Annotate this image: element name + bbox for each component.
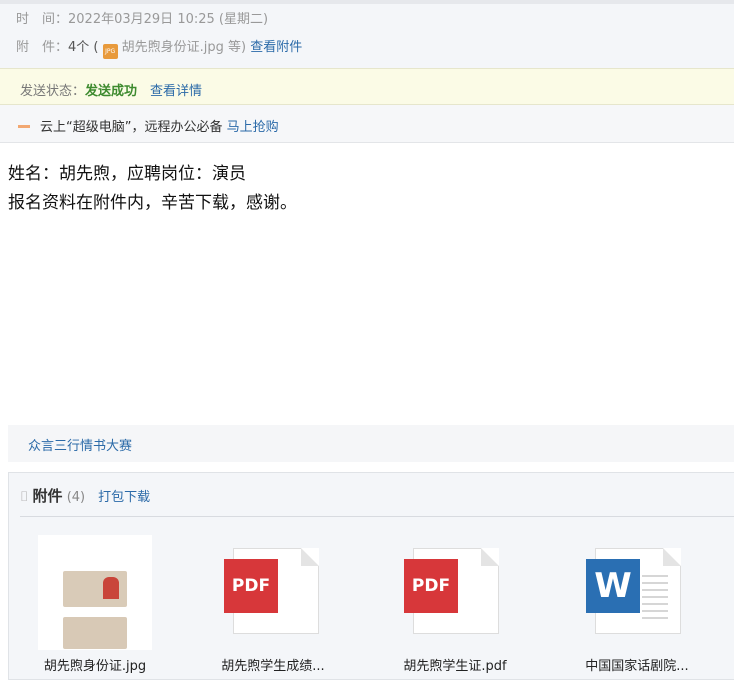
id-card-back: [63, 617, 127, 649]
attachments-header: ⌷ 附件 (4) 打包下载: [20, 485, 150, 506]
download-all-link[interactable]: 打包下载: [98, 490, 150, 505]
pdf-file-icon[interactable]: PDF: [224, 548, 319, 634]
attachments-title: 附件: [32, 487, 63, 505]
time-row: 时 间：2022年03月29日 10:25 (星期二): [16, 8, 268, 27]
attachment-row: 附 件：4个 ( JPG 胡先煦身份证.jpg 等) 查看附件: [16, 36, 302, 59]
promo-text: 云上“超级电脑”，远程办公必备: [40, 120, 223, 135]
word-file-icon[interactable]: W: [586, 548, 681, 634]
status-label: 发送状态：: [20, 84, 86, 99]
file-name[interactable]: 胡先煦学生证.pdf: [380, 655, 530, 674]
promo-banner-link[interactable]: 众言三行情书大赛: [28, 439, 132, 454]
text-lines: [642, 575, 668, 624]
promo-bar: 云上“超级电脑”，远程办公必备 马上抢购: [0, 105, 734, 143]
promo-link[interactable]: 马上抢购: [227, 120, 279, 135]
pdf-badge: PDF: [224, 559, 278, 613]
body-line: 报名资料在附件内，辛苦下载，感谢。: [8, 193, 297, 213]
attach-first: 胡先煦身份证.jpg 等): [121, 40, 247, 55]
file-name[interactable]: 胡先煦身份证.jpg: [20, 655, 170, 674]
body-line: 姓名：胡先煦，应聘岗位：演员: [8, 164, 246, 184]
id-card-thumbnail[interactable]: [38, 535, 152, 650]
file-name[interactable]: 中国国家话剧院...: [562, 655, 712, 674]
file-name[interactable]: 胡先煦学生成绩...: [198, 655, 348, 674]
mail-body: 姓名：胡先煦，应聘岗位：演员报名资料在附件内，辛苦下载，感谢。: [8, 160, 297, 218]
send-status-bar: 发送状态：发送成功 查看详情: [0, 68, 734, 105]
promo-banner: 众言三行情书大赛: [8, 425, 734, 462]
divider: [20, 516, 734, 517]
status-value: 发送成功: [85, 84, 138, 99]
attachments-count: (4): [66, 490, 86, 505]
word-badge: W: [586, 559, 640, 613]
id-card-front: [63, 571, 127, 607]
time-label: 时 间：: [16, 12, 69, 27]
photo: [103, 577, 119, 599]
pdf-badge: PDF: [404, 559, 458, 613]
pdf-file-icon[interactable]: PDF: [404, 548, 499, 634]
attach-count: 4个 (: [68, 40, 99, 55]
paperclip-icon: ⌷: [20, 489, 29, 505]
promo-icon: [18, 125, 30, 128]
view-attachments-link[interactable]: 查看附件: [250, 40, 302, 55]
jpg-file-icon: JPG: [102, 44, 118, 59]
attach-label: 附 件：: [16, 40, 69, 55]
view-details-link[interactable]: 查看详情: [150, 84, 202, 99]
time-value: 2022年03月29日 10:25 (星期二): [68, 12, 269, 27]
